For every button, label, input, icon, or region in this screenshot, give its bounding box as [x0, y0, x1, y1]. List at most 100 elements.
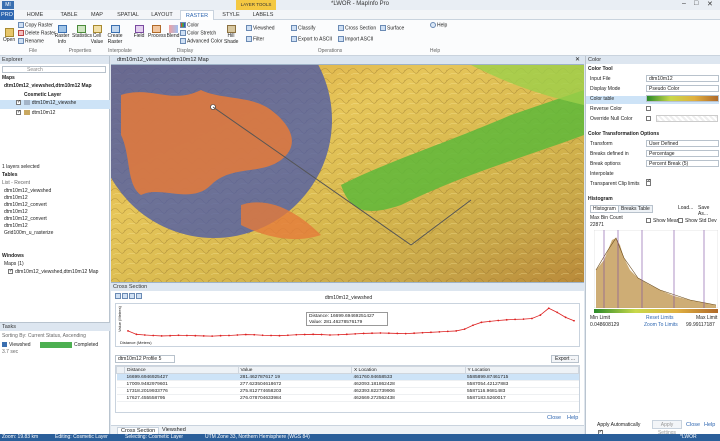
- profile-point[interactable]: [387, 332, 390, 335]
- profile-point[interactable]: [236, 334, 239, 336]
- profile-point[interactable]: [472, 324, 474, 327]
- window-checkbox[interactable]: [8, 268, 13, 275]
- table-row[interactable]: 17009.9482979601 277.623504618672 462093.1…: [116, 380, 579, 388]
- profile-point[interactable]: [480, 321, 483, 324]
- delete-raster-button[interactable]: Delete Raster: [18, 30, 56, 36]
- close-icon[interactable]: ✕: [707, 0, 713, 8]
- close-map-icon[interactable]: ✕: [575, 56, 580, 63]
- profile-point[interactable]: [497, 319, 500, 322]
- cross-help-link[interactable]: Help: [567, 415, 578, 421]
- profile-point[interactable]: [438, 330, 441, 333]
- profile-point[interactable]: [455, 330, 458, 332]
- zoom-limits-link[interactable]: Zoom To Limits: [644, 322, 678, 328]
- profile-point[interactable]: [211, 335, 214, 338]
- transform-section[interactable]: Color Transformation Options: [588, 131, 659, 137]
- profile-point[interactable]: [430, 331, 432, 334]
- filter-button[interactable]: Filter: [246, 36, 264, 42]
- explorer-search-field[interactable]: Search: [2, 66, 106, 73]
- map-tree-item[interactable]: dtm10m12_viewshed,dtm10m12 Map: [4, 83, 92, 89]
- cross-close-link[interactable]: Close: [547, 415, 561, 421]
- classify-button[interactable]: Classify: [291, 25, 316, 31]
- profile-point[interactable]: [194, 334, 197, 337]
- color-tool-section[interactable]: Color Tool: [588, 66, 613, 72]
- save-as-button[interactable]: Save As...: [698, 205, 720, 217]
- apply-settings-button[interactable]: Apply Settings: [652, 420, 682, 436]
- table-item[interactable]: dtm10m12_convert: [4, 216, 47, 222]
- copy-raster-button[interactable]: Copy Raster: [18, 22, 53, 28]
- column-header[interactable]: Y Location: [464, 366, 579, 374]
- profile-point[interactable]: [522, 318, 525, 321]
- window-item[interactable]: dtm10m12_viewshed,dtm10m12 Map: [8, 268, 98, 275]
- profile-point[interactable]: [573, 319, 575, 322]
- surface-button[interactable]: Surface: [380, 25, 404, 31]
- tab-map[interactable]: MAP: [88, 10, 106, 20]
- editing-status[interactable]: Editing: Cosmetic Layer: [55, 434, 108, 441]
- map-tab[interactable]: dtm10m12_viewshed,dtm10m12 Map ✕: [111, 56, 584, 65]
- map-canvas[interactable]: [111, 65, 584, 282]
- tab-style[interactable]: STYLE: [218, 10, 244, 20]
- histogram-tab[interactable]: Histogram: [590, 205, 619, 213]
- minimize-icon[interactable]: –: [682, 0, 686, 7]
- tab-viewshed[interactable]: Viewshed: [159, 427, 189, 433]
- windows-maps-group[interactable]: Maps (1): [4, 261, 24, 267]
- break-options-select[interactable]: Percent Break (5): [646, 160, 719, 167]
- help-link[interactable]: Help: [704, 422, 715, 428]
- profile-point[interactable]: [278, 334, 281, 337]
- profile-point[interactable]: [186, 334, 188, 337]
- histogram-section[interactable]: Histogram: [588, 196, 613, 202]
- color-table-select[interactable]: [646, 95, 719, 102]
- breaks-select[interactable]: Percentage: [646, 150, 719, 157]
- profile-point[interactable]: [371, 332, 373, 335]
- profile-point[interactable]: [228, 334, 230, 337]
- max-limit-value[interactable]: 99.99117187: [686, 322, 715, 328]
- zoom-status[interactable]: Zoom: 19.83 km: [2, 434, 38, 441]
- reverse-color-checkbox[interactable]: [646, 106, 651, 111]
- raster-info-button[interactable]: Raster Info: [54, 25, 70, 45]
- tasks-sort[interactable]: Sorting By: Current Status, Ascending: [2, 333, 86, 339]
- profile-point[interactable]: [337, 333, 340, 336]
- cell-value-button[interactable]: Cell Value: [90, 25, 104, 45]
- export-button[interactable]: Export ...: [551, 355, 579, 363]
- table-item[interactable]: dtm10m12_convert: [4, 202, 47, 208]
- profile-point[interactable]: [270, 334, 272, 337]
- color-stretch-button[interactable]: Color Stretch: [180, 30, 216, 36]
- show-std-checkbox[interactable]: [678, 218, 683, 223]
- profile-point[interactable]: [135, 333, 138, 336]
- profile-point[interactable]: [329, 334, 331, 336]
- profile-point[interactable]: [219, 334, 222, 337]
- profile-point[interactable]: [404, 332, 407, 335]
- projection-status[interactable]: UTM Zone 33, Northern Hemisphere (WGS 84…: [205, 434, 310, 441]
- profile-point[interactable]: [320, 333, 323, 336]
- tables-list-mode[interactable]: List - Recent: [2, 180, 30, 186]
- display-mode-select[interactable]: Pseudo Color: [646, 85, 719, 92]
- table-item[interactable]: dtm10m12_viewshed: [4, 188, 51, 194]
- hill-shade-button[interactable]: Hill Shade: [224, 25, 238, 45]
- profile-point[interactable]: [556, 311, 559, 314]
- profile-point[interactable]: [413, 332, 416, 335]
- profile-point[interactable]: [303, 333, 306, 336]
- profile-point[interactable]: [488, 320, 491, 323]
- close-link[interactable]: Close: [686, 422, 700, 428]
- blend-button[interactable]: Blend: [166, 25, 180, 39]
- table-item[interactable]: Grid100m_u_rasterize: [4, 230, 53, 236]
- profile-point[interactable]: [345, 333, 348, 336]
- tab-layout[interactable]: LAYOUT: [148, 10, 176, 20]
- color-button[interactable]: Color: [180, 22, 199, 28]
- profile-point[interactable]: [286, 334, 289, 337]
- reset-limits-link[interactable]: Reset Limits: [646, 315, 674, 321]
- export-ascii-button[interactable]: Export to ASCII: [291, 36, 332, 42]
- profile-point[interactable]: [253, 333, 256, 336]
- min-limit-value[interactable]: 0.048608129: [590, 322, 619, 328]
- profile-point[interactable]: [169, 334, 171, 337]
- profile-point[interactable]: [127, 330, 129, 332]
- cross-section-button[interactable]: Cross Section: [338, 25, 376, 31]
- selecting-status[interactable]: Selecting: Cosmetic Layer: [125, 434, 183, 441]
- table-item[interactable]: dtm10m12: [4, 223, 28, 229]
- tab-table[interactable]: TABLE: [56, 10, 82, 20]
- profile-point[interactable]: [354, 332, 357, 335]
- table-row[interactable]: 17627.455558795 276.078704633984 462669.27…: [116, 394, 579, 402]
- viewshed-button[interactable]: Viewshed: [246, 25, 275, 31]
- profile-point[interactable]: [547, 307, 550, 310]
- profile-point[interactable]: [244, 333, 247, 336]
- profile-point[interactable]: [143, 334, 146, 336]
